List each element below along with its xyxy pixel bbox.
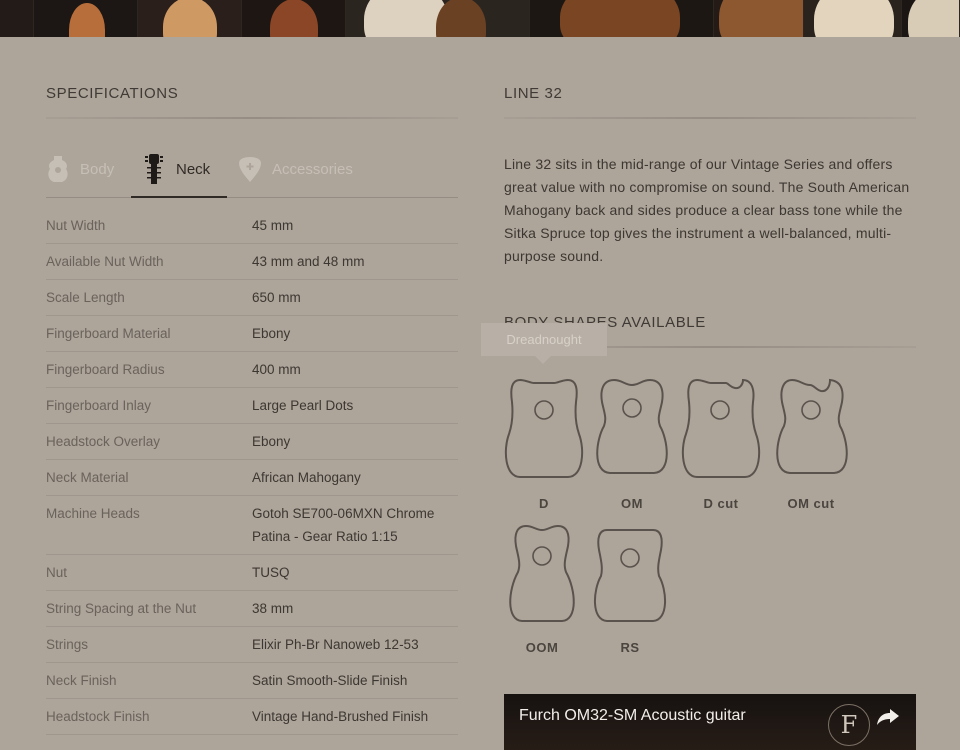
table-row: Fingerboard Radius 400 mm (46, 352, 458, 388)
guitar-image-2[interactable] (34, 0, 138, 37)
spec-value: Vintage Hand-Brushed Finish (252, 709, 429, 724)
specifications-divider (46, 117, 458, 119)
guitar-image-strip (0, 0, 960, 37)
spec-key: Neck Material (46, 470, 129, 485)
spec-key: Headstock Overlay (46, 434, 161, 449)
table-row: Fingerboard Inlay Large Pearl Dots (46, 388, 458, 424)
tab-body-label: Body (80, 160, 115, 178)
table-row: Nut TUSQ (46, 555, 458, 591)
spec-tabs: Body Neck Accessories (46, 140, 458, 198)
shape-oom-label: OOM (525, 640, 559, 655)
tab-body[interactable]: Body (46, 140, 114, 198)
active-tab-indicator (131, 196, 227, 198)
guitar-image-3[interactable] (138, 0, 242, 37)
guitar-body-icon (46, 154, 70, 184)
table-row: Nut Width 45 mm (46, 208, 458, 244)
spec-value: African Mahogany (252, 470, 361, 485)
table-row: Machine Heads Gotoh SE700-06MXN Chrome Pa… (46, 496, 458, 555)
table-row: String Spacing at the Nut 38 mm (46, 591, 458, 627)
shape-d[interactable]: D (503, 378, 585, 511)
spec-key: Fingerboard Inlay (46, 398, 152, 413)
dreadnought-shape-icon (504, 378, 584, 478)
shape-d-cut[interactable]: D cut (680, 378, 762, 511)
table-row: Strings Elixir Ph-Br Nanoweb 12-53 (46, 627, 458, 663)
share-arrow-icon[interactable] (876, 708, 900, 726)
spec-key: Fingerboard Radius (46, 362, 165, 377)
spec-value: Elixir Ph-Br Nanoweb 12-53 (252, 637, 419, 652)
line-divider (504, 117, 916, 119)
table-row: Neck Finish Satin Smooth-Slide Finish (46, 663, 458, 699)
spec-value: 650 mm (252, 290, 301, 305)
spec-key: Headstock Finish (46, 709, 150, 724)
spec-key: Scale Length (46, 290, 125, 305)
spec-key: Strings (46, 637, 89, 652)
shape-d-cut-label: D cut (703, 496, 739, 511)
spec-key: Available Nut Width (46, 254, 164, 269)
guitar-image-6[interactable] (530, 0, 714, 37)
spec-value: Large Pearl Dots (252, 398, 354, 413)
guitar-image-5[interactable] (346, 0, 530, 37)
spec-value: 43 mm and 48 mm (252, 254, 365, 269)
specifications-title: SPECIFICATIONS (46, 85, 179, 102)
spec-value: Ebony (252, 326, 291, 341)
pick-icon (238, 154, 262, 184)
spec-key: Fingerboard Material (46, 326, 171, 341)
table-row: Neck Material African Mahogany (46, 460, 458, 496)
furch-logo: F (828, 704, 870, 746)
guitar-image-7[interactable] (714, 0, 804, 37)
shape-om-label: OM (621, 496, 643, 511)
om-shape-icon (596, 378, 668, 474)
spec-value: Satin Smooth-Slide Finish (252, 673, 408, 688)
table-row: Headstock Finish Vintage Hand-Brushed Fin… (46, 699, 458, 735)
video-player[interactable]: Furch OM32-SM Acoustic guitar F (504, 694, 916, 750)
spec-value: Gotoh SE700-06MXN Chrome Patina - Gear R… (252, 506, 435, 544)
shape-om[interactable]: OM (594, 378, 670, 511)
table-row: Scale Length 650 mm (46, 280, 458, 316)
guitar-image-1[interactable] (0, 0, 34, 37)
guitar-image-8[interactable] (804, 0, 902, 37)
tab-neck[interactable]: Neck (142, 140, 210, 198)
tab-accessories[interactable]: Accessories (238, 140, 353, 198)
guitar-image-4[interactable] (242, 0, 346, 37)
dreadnought-cutaway-shape-icon (681, 378, 761, 478)
table-row: Fingerboard Material Ebony (46, 316, 458, 352)
video-title[interactable]: Furch OM32-SM Acoustic guitar (519, 707, 746, 725)
spec-key: Nut (46, 565, 68, 580)
line-title: LINE 32 (504, 85, 563, 102)
shape-oom[interactable]: OOM (506, 524, 578, 655)
rs-shape-icon (594, 529, 666, 622)
table-row: Headstock Overlay Ebony (46, 424, 458, 460)
shape-om-cut[interactable]: OM cut (772, 378, 850, 511)
line-description: Line 32 sits in the mid-range of our Vin… (504, 156, 910, 264)
oom-shape-icon (509, 524, 575, 622)
shape-tooltip: Dreadnought (481, 323, 607, 364)
spec-value: 400 mm (252, 362, 301, 377)
guitar-neck-icon (142, 154, 166, 184)
spec-key: Neck Finish (46, 673, 117, 688)
spec-table: Nut Width 45 mm Available Nut Width 43 mm a… (46, 208, 458, 735)
shape-rs[interactable]: RS (593, 528, 667, 655)
om-cutaway-shape-icon (776, 378, 848, 474)
tab-neck-label: Neck (176, 160, 211, 178)
shape-om-cut-label: OM cut (787, 496, 835, 511)
shape-rs-label: RS (620, 640, 640, 655)
spec-key: String Spacing at the Nut (46, 601, 197, 616)
spec-key: Machine Heads (46, 506, 140, 521)
spec-value: 45 mm (252, 218, 294, 233)
spec-value: Ebony (252, 434, 291, 449)
spec-value: 38 mm (252, 601, 294, 616)
guitar-image-9[interactable] (902, 0, 960, 37)
table-row: Available Nut Width 43 mm and 48 mm (46, 244, 458, 280)
shape-d-label: D (539, 496, 549, 511)
tab-accessories-label: Accessories (272, 160, 353, 178)
spec-key: Nut Width (46, 218, 106, 233)
spec-value: TUSQ (252, 565, 290, 580)
